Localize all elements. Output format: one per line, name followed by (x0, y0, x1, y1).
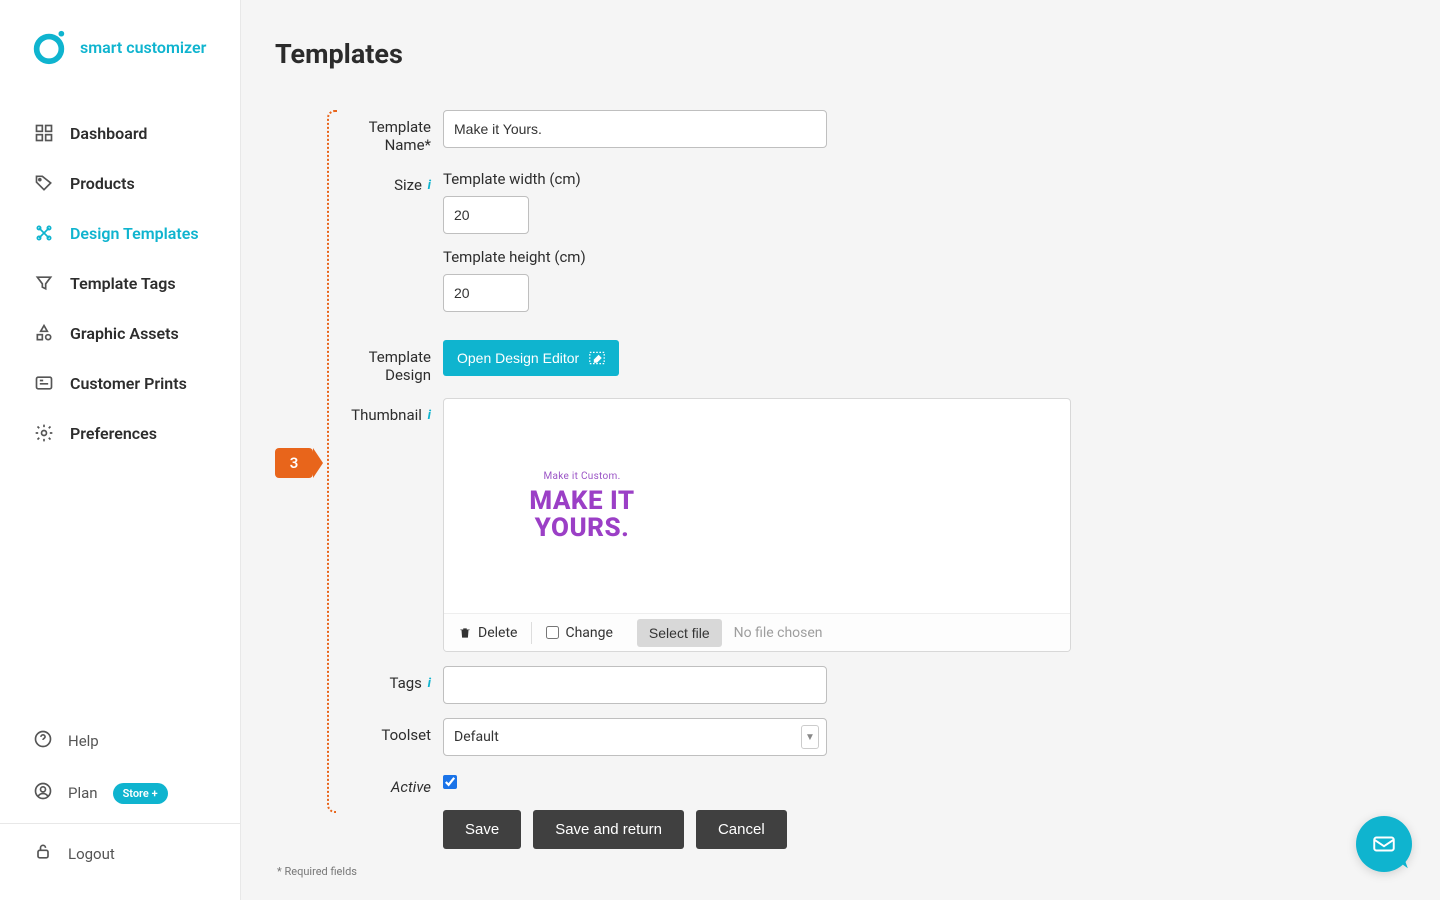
label-size: Size i (327, 168, 443, 194)
sidebar-item-dashboard[interactable]: Dashboard (0, 108, 240, 158)
sidebar-item-products[interactable]: Products (0, 158, 240, 208)
sidebar-item-preferences[interactable]: Preferences (0, 408, 240, 458)
footer-label: Help (68, 732, 99, 750)
sidebar-item-label: Products (70, 174, 135, 193)
design-icon (33, 222, 55, 244)
sidebar-item-template-tags[interactable]: Template Tags (0, 258, 240, 308)
footer-help[interactable]: Help (0, 715, 240, 767)
page-title: Templates (275, 38, 1400, 70)
sidebar-item-label: Template Tags (70, 274, 176, 293)
thumbnail-change-checkbox[interactable] (546, 626, 559, 639)
help-icon (33, 729, 53, 753)
save-button[interactable]: Save (443, 810, 521, 849)
step-marker: 3 (275, 448, 313, 478)
sidebar-footer: Help Plan Store + Logout (0, 715, 240, 900)
sidebar-item-label: Graphic Assets (70, 324, 179, 343)
sidebar-item-label: Design Templates (70, 224, 199, 243)
cancel-button[interactable]: Cancel (696, 810, 787, 849)
label-tags: Tags i (327, 666, 443, 692)
toolset-value: Default (454, 729, 499, 745)
row-template-design: Template Design Open Design Editor (327, 340, 1400, 384)
sidebar-item-label: Customer Prints (70, 374, 187, 393)
save-and-return-button[interactable]: Save and return (533, 810, 684, 849)
active-checkbox[interactable] (443, 775, 457, 789)
chat-button[interactable] (1356, 816, 1412, 872)
label-thumbnail-text: Thumbnail (351, 406, 422, 424)
thumbnail-actions: Delete Change Select file No file chosen (444, 613, 1070, 651)
chevron-down-icon: ▼ (801, 725, 819, 749)
sidebar-item-customer-prints[interactable]: Customer Prints (0, 358, 240, 408)
row-buttons: Save Save and return Cancel (327, 810, 1400, 849)
template-name-input[interactable] (443, 110, 827, 148)
logo-icon (30, 28, 68, 66)
trash-icon (458, 626, 472, 640)
footer-plan[interactable]: Plan Store + (0, 767, 240, 819)
info-icon[interactable]: i (428, 676, 431, 691)
sidebar-item-design-templates[interactable]: Design Templates (0, 208, 240, 258)
row-active: Active (327, 770, 1400, 796)
footer-logout[interactable]: Logout (0, 828, 240, 880)
logout-icon (33, 842, 53, 866)
toolset-select[interactable]: Default (443, 718, 827, 756)
label-template-design: Template Design (327, 340, 443, 384)
mail-icon (1371, 831, 1397, 857)
user-icon (33, 781, 53, 805)
thumbnail-preview: Make it Custom. MAKE IT YOURS. (444, 399, 1070, 613)
tags-input[interactable] (443, 666, 827, 704)
label-active: Active (327, 770, 443, 796)
tag-icon (33, 172, 55, 194)
sidebar-nav: Dashboard Products Design Templates Temp… (0, 98, 240, 715)
plan-badge: Store + (113, 783, 168, 804)
height-input[interactable] (443, 274, 529, 312)
row-template-name: Template Name* (327, 110, 1400, 154)
sidebar-header: smart customizer (0, 0, 240, 98)
open-editor-label: Open Design Editor (457, 350, 579, 366)
edit-icon (589, 351, 605, 365)
thumbnail-box: Make it Custom. MAKE IT YOURS. Delete (443, 398, 1071, 652)
footer-separator (0, 823, 240, 824)
label-size-text: Size (394, 176, 422, 194)
thumbnail-change-label: Change (565, 625, 612, 641)
row-size: Size i Template width (cm) Template heig… (327, 168, 1400, 326)
thumbnail-big-line2: YOURS. (482, 515, 682, 542)
row-toolset: Toolset Default ▼ (327, 718, 1400, 756)
width-input[interactable] (443, 196, 529, 234)
label-thumbnail: Thumbnail i (327, 398, 443, 424)
no-file-text: No file chosen (734, 625, 823, 641)
prints-icon (33, 372, 55, 394)
main-content: Templates 3 Template Name* Size i Templa… (241, 0, 1440, 900)
step-indicator-line (327, 110, 337, 813)
thumbnail-big-line1: MAKE IT (482, 488, 682, 515)
thumbnail-small-text: Make it Custom. (482, 471, 682, 482)
thumbnail-change-toggle[interactable]: Change (532, 614, 626, 651)
form-area: 3 Template Name* Size i Template width (… (275, 110, 1400, 849)
info-icon[interactable]: i (428, 178, 431, 193)
thumbnail-delete-label: Delete (478, 625, 517, 641)
thumbnail-delete-button[interactable]: Delete (444, 614, 531, 651)
row-thumbnail: Thumbnail i Make it Custom. MAKE IT YOUR… (327, 398, 1400, 652)
dashboard-icon (33, 122, 55, 144)
thumbnail-big-text: MAKE IT YOURS. (482, 488, 682, 541)
label-height: Template height (cm) (443, 248, 1400, 266)
filter-icon (33, 272, 55, 294)
label-template-name: Template Name* (327, 110, 443, 154)
label-toolset: Toolset (327, 718, 443, 744)
sidebar-item-graphic-assets[interactable]: Graphic Assets (0, 308, 240, 358)
info-icon[interactable]: i (428, 408, 431, 423)
required-fields-note: * Required fields (277, 865, 1400, 878)
label-width: Template width (cm) (443, 170, 1400, 188)
label-tags-text: Tags (389, 674, 421, 692)
sidebar-item-label: Dashboard (70, 124, 147, 143)
shapes-icon (33, 322, 55, 344)
open-design-editor-button[interactable]: Open Design Editor (443, 340, 619, 376)
select-file-button[interactable]: Select file (637, 619, 722, 647)
row-tags: Tags i (327, 666, 1400, 704)
footer-label: Logout (68, 845, 115, 863)
sidebar: smart customizer Dashboard Products Desi… (0, 0, 241, 900)
brand-name: smart customizer (80, 38, 206, 57)
sidebar-item-label: Preferences (70, 424, 157, 443)
footer-label: Plan (68, 784, 98, 802)
gear-icon (33, 422, 55, 444)
